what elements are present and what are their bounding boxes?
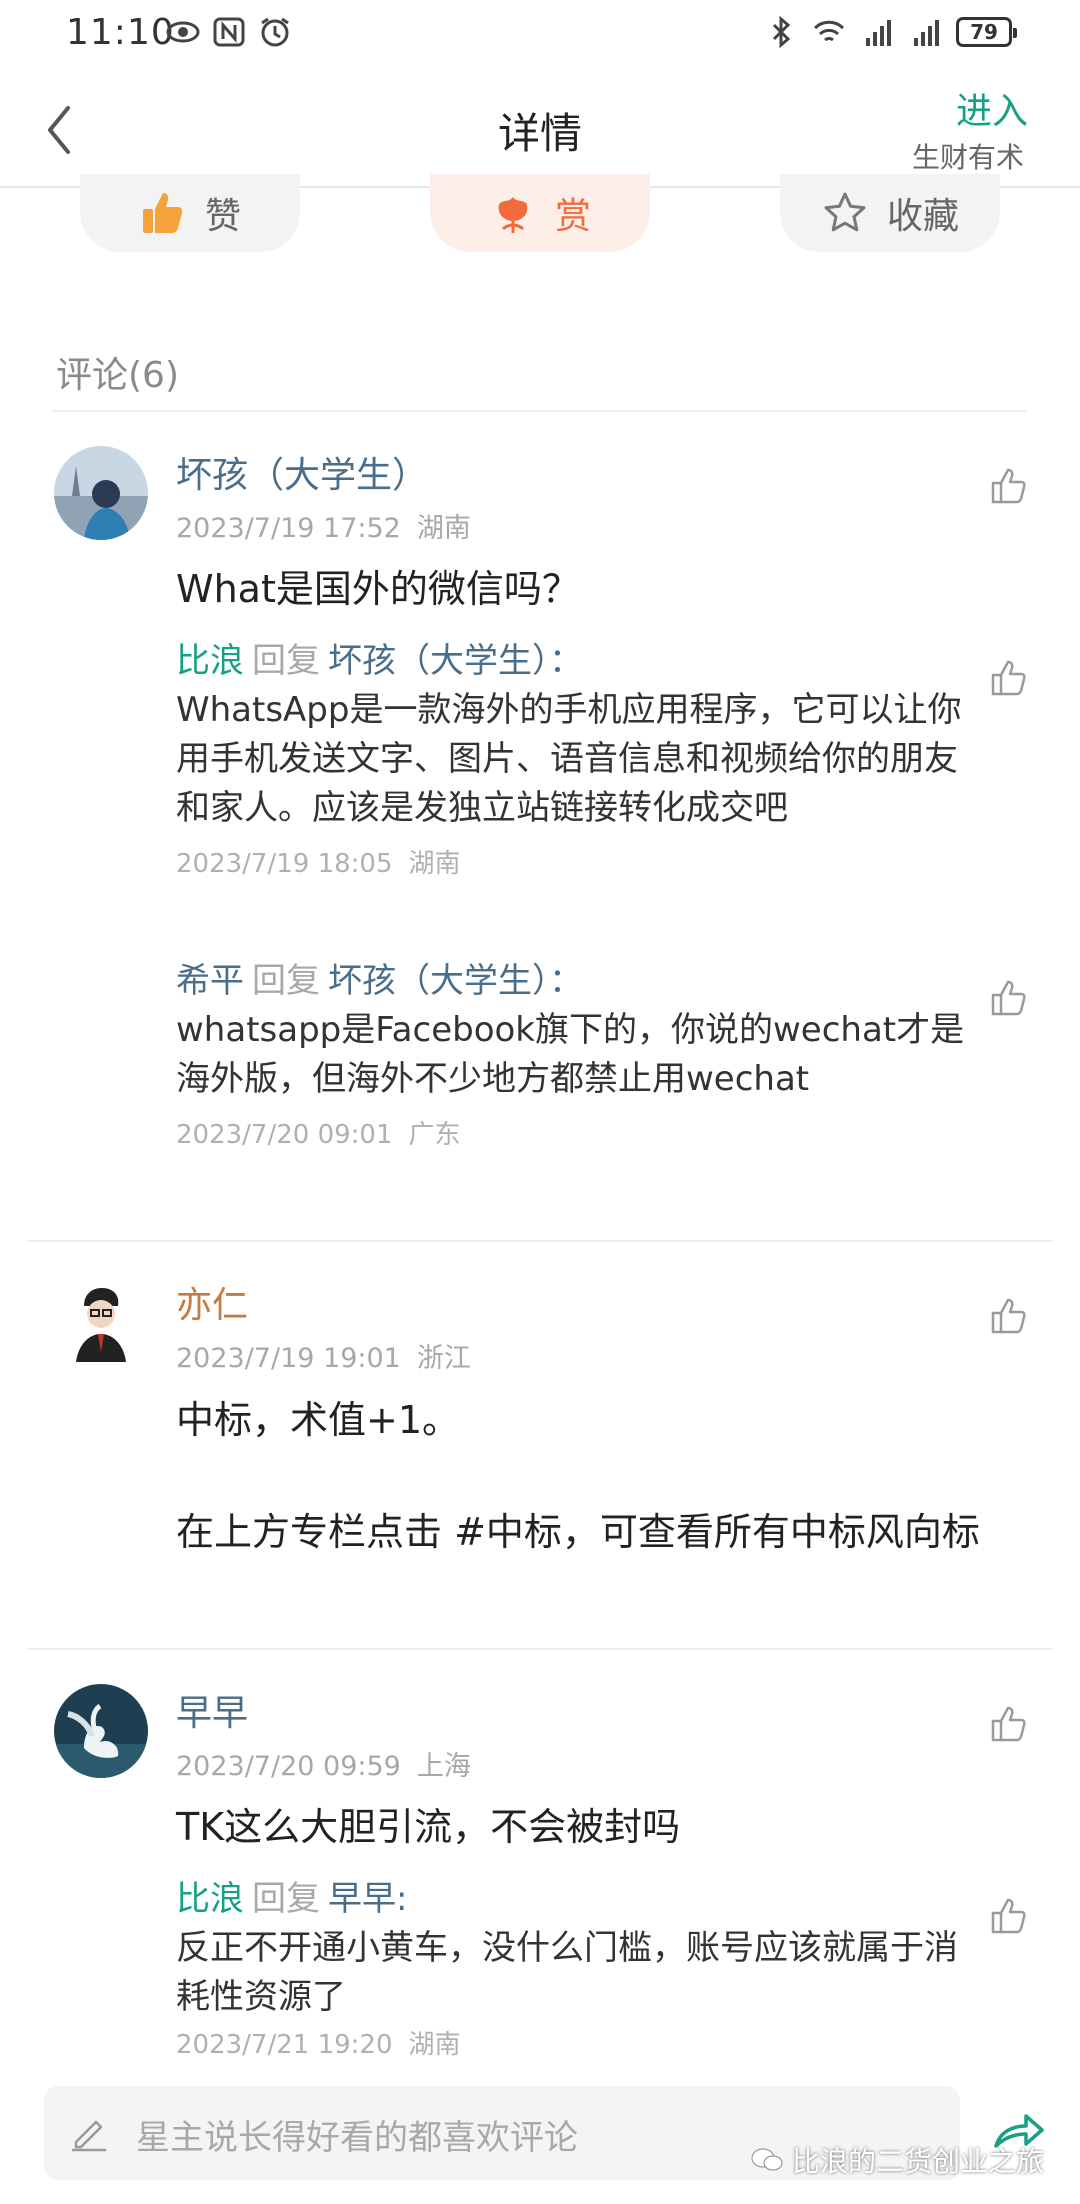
flower-icon (498, 197, 528, 233)
avatar-image (54, 446, 148, 540)
reply-meta: 2023/7/19 18:05 湖南 (176, 843, 976, 880)
bluetooth-icon (772, 16, 791, 48)
status-icons-left (166, 16, 292, 48)
divider (28, 1648, 1052, 1650)
reply-date: 2023/7/21 19:20 (176, 2030, 393, 2060)
like-label: 赞 (204, 196, 241, 237)
watermark-text: 比浪的二货创业之旅 (791, 2145, 1044, 2178)
avatar-image (54, 1684, 148, 1778)
reply-target[interactable]: 坏孩（大学生） (328, 961, 549, 1001)
alarm-icon (261, 17, 289, 47)
reply-verb: 回复 (252, 1879, 320, 1919)
action-row: 赞 赏 收藏 (0, 174, 1080, 252)
star-icon (824, 192, 866, 232)
comment-text: TK这么大胆引流，不会被封吗 (176, 1805, 681, 1849)
comments-count-heading: 评论(6) (56, 355, 179, 396)
thumbs-up-outline-icon[interactable] (990, 1896, 1030, 1936)
divider (52, 410, 1026, 412)
pen-icon (72, 2120, 106, 2152)
watermark: 比浪的二货创业之旅 (750, 2140, 1044, 2180)
reply-meta: 2023/7/21 19:20 湖南 (176, 2024, 976, 2061)
comment-author[interactable]: 亦仁 (176, 1276, 248, 1328)
status-time: 11:10 (66, 12, 175, 53)
comment-author[interactable]: 坏孩（大学生） (176, 446, 428, 498)
comment-date: 2023/7/19 19:01 (176, 1343, 401, 1374)
comment-text: What是国外的微信吗？ (176, 567, 580, 611)
comment-input-bar: 星主说长得好看的都喜欢评论 比浪的二货创业之旅 (0, 2076, 1080, 2204)
reply-text: 反正不开通小黄车，没什么门槛，账号应该就属于消耗性资源了 (176, 1928, 958, 2017)
reply-author[interactable]: 比浪 (176, 1879, 244, 1919)
reply-date: 2023/7/20 09:01 (176, 1120, 393, 1150)
reply-location: 广东 (408, 1120, 461, 1150)
comment-item: 早早 2023/7/20 09:59 上海 TK这么大胆引流，不会被封吗 比浪 回复… (0, 1684, 1080, 2064)
avatar[interactable] (54, 446, 148, 540)
reply-text: WhatsApp是一款海外的手机应用程序，它可以让你用手机发送文字、图片、语音信… (176, 690, 962, 828)
comment-meta: 2023/7/19 17:52 湖南 (176, 506, 471, 545)
avatar-image (54, 1276, 148, 1370)
favorite-button[interactable]: 收藏 (780, 174, 1000, 252)
thumbs-up-outline-icon[interactable] (990, 658, 1030, 698)
reply-author[interactable]: 希平 (176, 961, 244, 1001)
thumbs-up-outline-icon[interactable] (990, 466, 1030, 506)
avatar[interactable] (54, 1684, 148, 1778)
battery-icon: 79 (956, 17, 1017, 47)
reward-button[interactable]: 赏 (430, 174, 650, 252)
comment-location: 浙江 (416, 1343, 471, 1374)
reply-verb: 回复 (252, 961, 320, 1001)
reply-author[interactable]: 比浪 (176, 641, 244, 681)
comment-date: 2023/7/20 09:59 (176, 1751, 401, 1782)
nfc-icon (213, 17, 245, 47)
group-name[interactable]: 生财有术 (912, 136, 1024, 176)
wechat-icon (751, 2148, 783, 2171)
reply-location: 湖南 (408, 849, 461, 879)
thumbs-up-outline-icon[interactable] (990, 1704, 1030, 1744)
comment-meta: 2023/7/19 19:01 浙江 (176, 1336, 471, 1375)
comment-location: 上海 (416, 1751, 471, 1782)
comment-date: 2023/7/19 17:52 (176, 513, 401, 544)
nav-bar: 详情 进入 生财有术 (0, 66, 1080, 188)
reply-verb: 回复 (252, 641, 320, 681)
reply-colon: ： (549, 961, 583, 1001)
reply-target[interactable]: 坏孩（大学生） (328, 641, 549, 681)
reply-item: 希平 回复 坏孩（大学生）： whatsapp是Facebook旗下的，你说的wec… (176, 956, 976, 1151)
favorite-label: 收藏 (886, 196, 959, 237)
signal-5g-icon (866, 20, 891, 46)
divider (28, 1240, 1052, 1242)
comment-item: 坏孩（大学生） 2023/7/19 17:52 湖南 What是国外的微信吗？ 比… (0, 446, 1080, 1236)
comment-meta: 2023/7/20 09:59 上海 (176, 1744, 471, 1783)
reply-colon: ： (549, 641, 583, 681)
comment-item: 亦仁 2023/7/19 19:01 浙江 中标，术值+1。 在上方专栏点击 #中… (0, 1276, 1080, 1606)
comment-location: 湖南 (416, 513, 471, 544)
avatar[interactable] (54, 1276, 148, 1370)
reply-text: whatsapp是Facebook旗下的，你说的wechat才是海外版，但海外不… (176, 1010, 965, 1099)
comment-text: 中标，术值+1。 在上方专栏点击 #中标，可查看所有中标风向标 (176, 1398, 980, 1554)
reply-colon: : (396, 1879, 408, 1919)
thumbs-up-outline-icon[interactable] (990, 1296, 1030, 1336)
thumbs-up-icon (142, 193, 183, 233)
reply-item: 比浪 回复 坏孩（大学生）： WhatsApp是一款海外的手机应用程序，它可以让你用… (176, 636, 976, 880)
comment-input-placeholder: 星主说长得好看的都喜欢评论 (136, 2118, 578, 2158)
eye-icon (166, 21, 200, 43)
comment-author[interactable]: 早早 (176, 1684, 248, 1736)
wifi-icon (813, 20, 845, 42)
reply-date: 2023/7/19 18:05 (176, 849, 393, 879)
reply-item: 比浪 回复 早早: 反正不开通小黄车，没什么门槛，账号应该就属于消耗性资源了 202… (176, 1874, 976, 2061)
thumbs-up-outline-icon[interactable] (990, 978, 1030, 1018)
status-icons-right: 79 (764, 16, 1017, 48)
status-bar: 11:10 79 (0, 0, 1080, 66)
reply-meta: 2023/7/20 09:01 广东 (176, 1114, 976, 1151)
like-button[interactable]: 赞 (80, 174, 300, 252)
enter-button[interactable]: 进入 (956, 82, 1028, 134)
reward-label: 赏 (554, 196, 591, 237)
reply-target[interactable]: 早早 (328, 1879, 396, 1919)
signal-4g-icon (914, 20, 939, 46)
reply-location: 湖南 (408, 2030, 461, 2060)
